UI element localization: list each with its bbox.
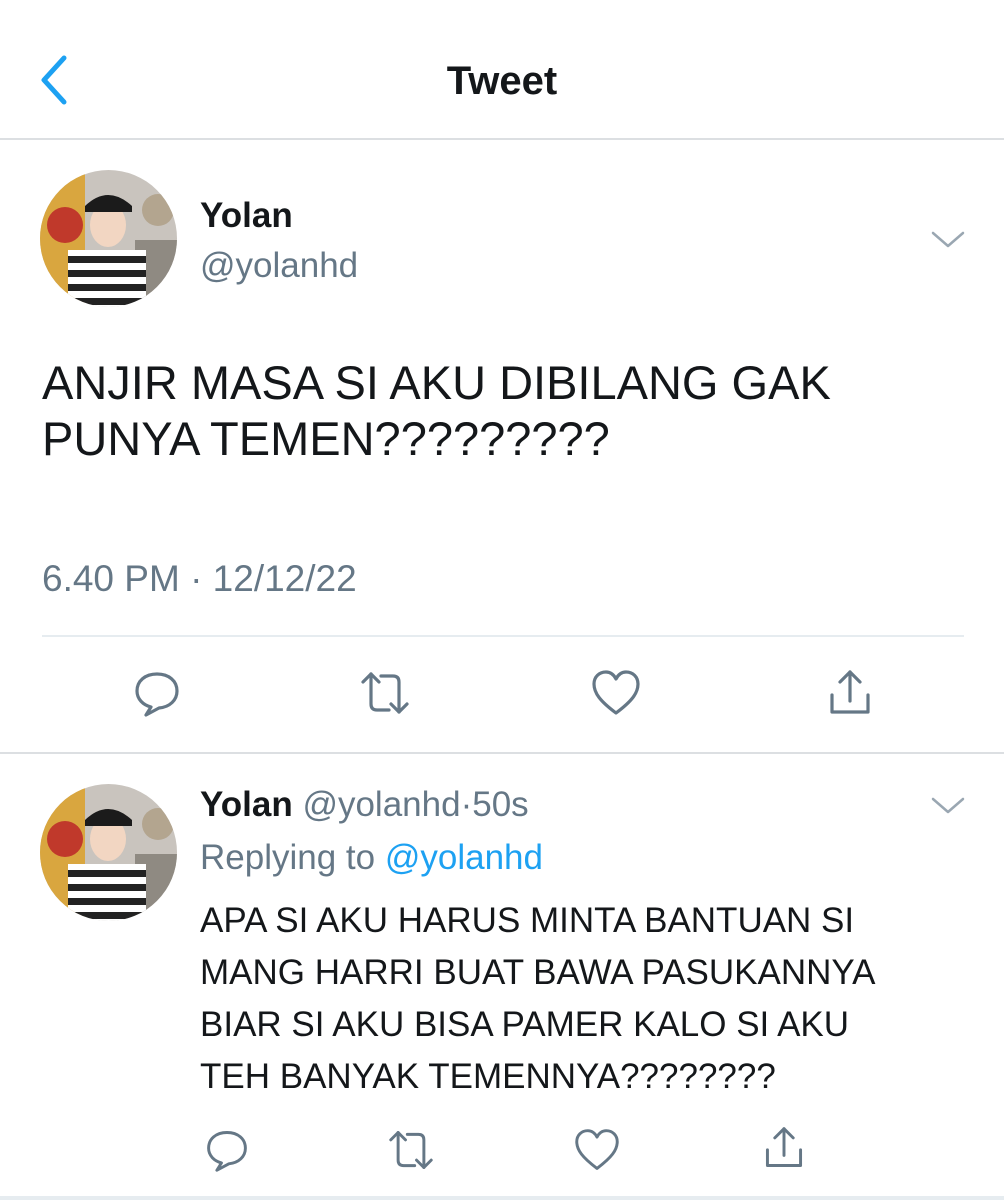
- divider: [0, 752, 1004, 754]
- comment-icon: [207, 1131, 247, 1172]
- avatar[interactable]: [40, 170, 177, 307]
- share-button[interactable]: [820, 663, 880, 723]
- reply-header: Yolan @yolanhd·50s: [200, 783, 529, 827]
- author-handle[interactable]: @yolanhd: [200, 245, 358, 287]
- reply-button[interactable]: [127, 663, 187, 723]
- divider: [42, 635, 964, 637]
- share-icon: [765, 1127, 803, 1167]
- comment-icon: [135, 672, 179, 717]
- reply-menu-button[interactable]: [928, 790, 968, 820]
- heart-icon: [592, 670, 640, 715]
- page-title: Tweet: [446, 59, 558, 103]
- heart-icon: [575, 1129, 619, 1170]
- replying-to: Replying to @yolanhd: [200, 836, 543, 880]
- tweet-timestamp[interactable]: 6.40 PM · 12/12/22: [42, 557, 357, 601]
- meta-separator: ·: [460, 785, 473, 824]
- chevron-down-icon: [931, 231, 965, 248]
- reply-author-handle[interactable]: @yolanhd: [302, 785, 460, 824]
- tweet-text-line: PUNYA TEMEN?????????: [42, 412, 610, 465]
- reply-text-line: TEH BANYAK TEMENNYA????????: [200, 1057, 776, 1096]
- reply-reply-button[interactable]: [197, 1120, 257, 1180]
- retweet-icon: [361, 672, 409, 714]
- reply-text-line: MANG HARRI BUAT BAWA PASUKANNYA: [200, 953, 876, 992]
- tweet-text: ANJIR MASA SI AKU DIBILANG GAK PUNYA TEM…: [42, 355, 962, 467]
- like-button[interactable]: [586, 663, 646, 723]
- tweet-menu-button[interactable]: [928, 224, 968, 254]
- chevron-down-icon: [931, 797, 965, 814]
- author-name[interactable]: Yolan: [200, 195, 293, 237]
- reply-avatar[interactable]: [40, 784, 177, 921]
- reply-age[interactable]: 50s: [472, 785, 528, 824]
- retweet-button[interactable]: [355, 663, 415, 723]
- reply-like-button[interactable]: [567, 1120, 627, 1180]
- reply-author-name[interactable]: Yolan: [200, 785, 293, 824]
- divider: [0, 1196, 1004, 1200]
- share-icon: [830, 670, 870, 714]
- replying-to-handle[interactable]: @yolanhd: [385, 838, 543, 877]
- tweet-text-line: ANJIR MASA SI AKU DIBILANG GAK: [42, 356, 831, 409]
- reply-text: APA SI AKU HARUS MINTA BANTUAN SI MANG H…: [200, 895, 980, 1103]
- reply-text-line: APA SI AKU HARUS MINTA BANTUAN SI: [200, 901, 855, 940]
- reply-text-line: BIAR SI AKU BISA PAMER KALO SI AKU: [200, 1005, 850, 1044]
- reply-share-button[interactable]: [754, 1118, 814, 1178]
- replying-to-label: Replying to: [200, 838, 376, 877]
- retweet-icon: [389, 1131, 433, 1169]
- reply-retweet-button[interactable]: [381, 1120, 441, 1180]
